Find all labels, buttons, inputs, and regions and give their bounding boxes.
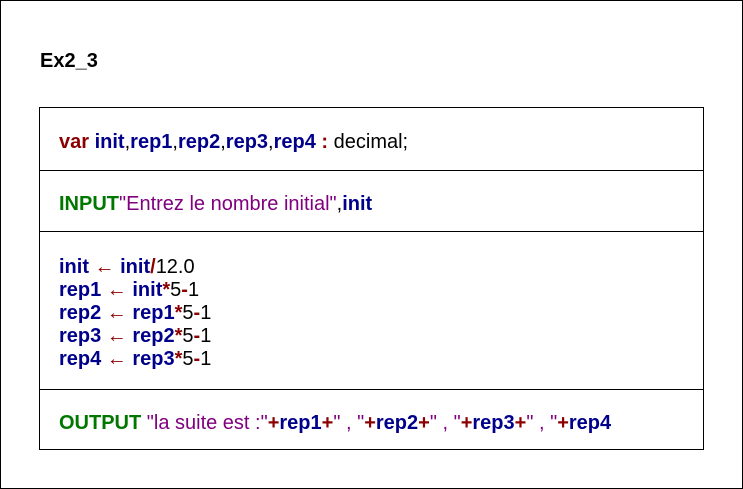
output-string: " , " [429, 412, 461, 434]
output-string: " , " [333, 412, 365, 434]
assignment-line: rep2 ← rep1*5-1 [59, 302, 703, 325]
var-keyword: var [59, 131, 90, 153]
assign-arrow-icon: ← [101, 348, 133, 370]
assignment-target: rep2 [59, 302, 102, 324]
output-keyword: OUTPUT [59, 412, 142, 434]
output-variable: rep2 [375, 412, 419, 434]
output-variable: rep1 [279, 412, 322, 434]
input-block: INPUT"Entrez le nombre initial",init [40, 170, 703, 231]
assignments-block: init ← init/12.0 rep1 ← init*5-1 rep2 ← re… [40, 231, 703, 389]
output-variable: rep3 [472, 412, 515, 434]
declared-variable: rep4 [273, 131, 316, 153]
assignment-line: init ← init/12.0 [59, 256, 703, 279]
type-colon: : [315, 131, 334, 153]
assign-arrow-icon: ← [101, 325, 133, 347]
assignment-source: rep1 [132, 302, 175, 324]
output-variable: rep4 [568, 412, 612, 434]
assignment-target: init [59, 256, 89, 278]
concat-operator: + [267, 412, 280, 434]
number-literal: 5 [182, 302, 194, 324]
assignment-source: init [120, 256, 151, 278]
assignment-line: rep1 ← init*5-1 [59, 279, 703, 302]
output-string: "la suite est :" [141, 412, 268, 434]
output-block: OUTPUT "la suite est :"+rep1+" , "+rep2+… [40, 389, 703, 450]
exercise-frame: Ex2_3 var init,rep1,rep2,rep3,rep4 : dec… [0, 0, 743, 489]
concat-operator: + [514, 412, 527, 434]
number-literal: 5 [170, 279, 182, 301]
number-literal: 5 [182, 348, 194, 370]
input-variable: init [342, 193, 373, 215]
assignment-source: init [132, 279, 163, 301]
assignment-target: rep3 [59, 325, 102, 347]
number-literal: 5 [182, 325, 194, 347]
algorithm-box: var init,rep1,rep2,rep3,rep4 : decimal; … [39, 107, 704, 450]
declared-variable: init [94, 131, 125, 153]
assignment-target: rep4 [59, 348, 102, 370]
assignment-source: rep2 [132, 325, 175, 347]
operator: * [162, 279, 171, 301]
assign-arrow-icon: ← [101, 302, 133, 324]
type-name: decimal; [333, 131, 409, 153]
number-literal: 1 [200, 302, 212, 324]
assignment-source: rep3 [132, 348, 175, 370]
concat-operator: + [418, 412, 430, 434]
declared-variable: rep3 [225, 131, 269, 153]
number-literal: 1 [187, 279, 200, 301]
number-literal: 1 [200, 325, 212, 347]
number-literal: 12.0 [155, 256, 195, 278]
number-literal: 1 [200, 348, 212, 370]
input-prompt-string: "Entrez le nombre initial" [119, 193, 337, 215]
declared-variable: rep2 [177, 131, 221, 153]
concat-operator: + [364, 412, 376, 434]
exercise-title: Ex2_3 [40, 50, 98, 72]
declared-variable: rep1 [130, 131, 173, 153]
concat-operator: + [460, 412, 473, 434]
declaration-block: var init,rep1,rep2,rep3,rep4 : decimal; [40, 108, 703, 170]
output-string: " , " [526, 412, 558, 434]
assignment-target: rep1 [59, 279, 102, 301]
concat-operator: + [557, 412, 569, 434]
input-keyword: INPUT [59, 193, 119, 215]
assign-arrow-icon: ← [89, 256, 121, 278]
assign-arrow-icon: ← [101, 279, 133, 301]
concat-operator: + [321, 412, 334, 434]
assignment-line: rep3 ← rep2*5-1 [59, 325, 703, 348]
operator: - [181, 279, 188, 301]
assignment-line: rep4 ← rep3*5-1 [59, 348, 703, 371]
